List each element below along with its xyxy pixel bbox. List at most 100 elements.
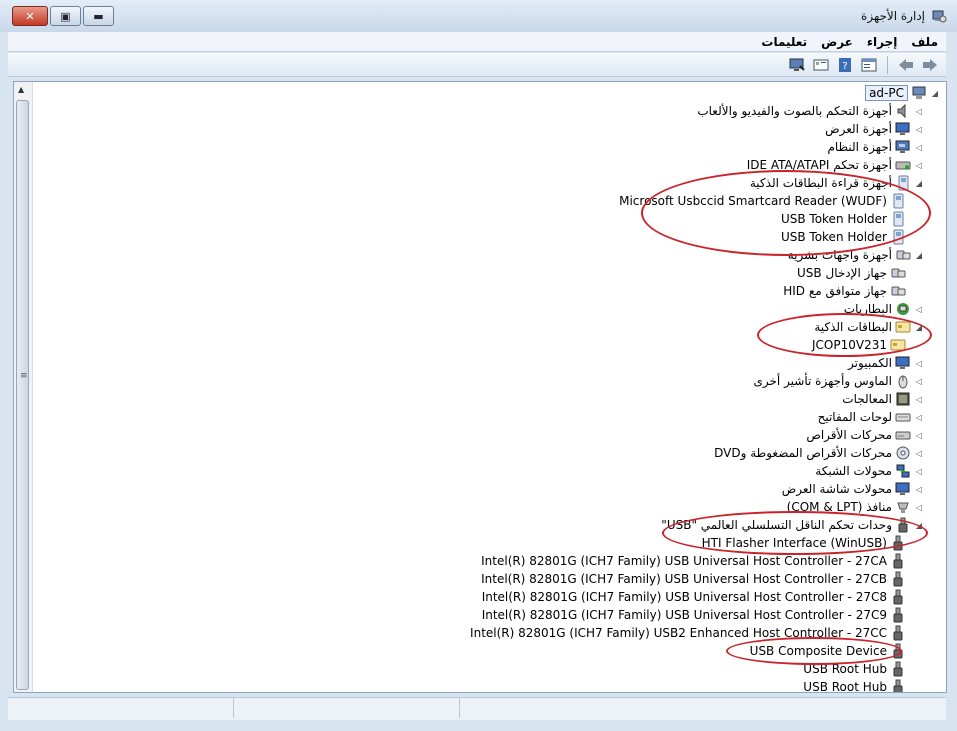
tree-row-label: USB Composite Device [749, 644, 887, 658]
close-button[interactable]: ✕ [12, 6, 48, 26]
expand-arrow-icon[interactable]: ◁ [914, 359, 924, 368]
tree-root-label: ad-PC [865, 85, 908, 101]
properties-icon[interactable] [859, 56, 879, 74]
tree-category-row[interactable]: ◁ أجهزة التحكم بالصوت والفيديو والألعاب [697, 102, 924, 120]
status-cell-3 [460, 698, 946, 718]
restore-button[interactable]: ▣ [50, 6, 81, 26]
collapse-arrow-icon[interactable]: ◢ [914, 521, 924, 530]
computer-root-icon [912, 86, 926, 99]
tree-row-label: أجهزة التحكم بالصوت والفيديو والألعاب [697, 104, 892, 118]
tree-device-row[interactable]: Intel(R) 82801G (ICH7 Family) USB Univer… [481, 570, 906, 588]
expand-arrow-icon[interactable]: ◁ [914, 449, 924, 458]
mouse-icon [898, 375, 908, 389]
tree-device-row[interactable]: USB Token Holder [781, 228, 906, 246]
expand-arrow-icon[interactable]: ◁ [914, 467, 924, 476]
expand-arrow-icon[interactable]: ◁ [914, 305, 924, 314]
card-reader-icon [898, 175, 909, 191]
device-manager-window: ✕ ▣ ▬ إدارة الأجهزة ملف إجراء عرض تعليمات ?… [0, 0, 957, 731]
tree-category-row[interactable]: ◁ محركات الأقراص [806, 426, 924, 444]
expand-arrow-icon[interactable]: ◁ [914, 125, 924, 134]
tree-device-row[interactable]: USB Root Hub [803, 678, 906, 692]
computer-icon [895, 356, 910, 369]
tree-category-row[interactable]: ◁ محولات شاشة العرض [782, 480, 924, 498]
tree-device-row[interactable]: Microsoft Usbccid Smartcard Reader (WUDF… [619, 192, 906, 210]
help-icon[interactable]: ? [835, 56, 855, 74]
tree-device-row[interactable]: جهاز الإدخال USB [797, 264, 906, 282]
tree-row-label: محركات الأقراص [806, 428, 892, 442]
minimize-button[interactable]: ▬ [83, 6, 114, 26]
tree-row-label: أجهزة تحكم IDE ATA/ATAPI [746, 158, 892, 172]
title-area: إدارة الأجهزة [861, 8, 947, 24]
tree-category-row[interactable]: ◁ الكمبيوتر [848, 354, 924, 372]
expand-arrow-icon[interactable]: ◁ [914, 485, 924, 494]
tree-category-row[interactable]: ◁ أجهزة تحكم IDE ATA/ATAPI [747, 156, 924, 174]
hid-icon [891, 268, 906, 278]
menu-item-2[interactable]: عرض [821, 35, 853, 49]
processor-icon [896, 392, 910, 406]
tree-device-row[interactable]: Intel(R) 82801G (ICH7 Family) USB Univer… [481, 552, 906, 570]
expand-arrow-icon[interactable]: ◁ [914, 395, 924, 404]
monitor-icon[interactable] [787, 56, 807, 74]
usb-icon [893, 589, 903, 605]
tree-device-row[interactable]: Intel(R) 82801G (ICH7 Family) USB Univer… [482, 606, 906, 624]
display-icon [895, 482, 910, 495]
smartcard-icon [890, 339, 906, 351]
tree-category-row[interactable]: ◁ البطاريات [844, 300, 924, 318]
expand-arrow-icon[interactable]: ◁ [914, 161, 924, 170]
menu-item-1[interactable]: إجراء [867, 35, 897, 49]
back-icon[interactable] [920, 56, 940, 74]
expand-arrow-icon[interactable]: ◁ [914, 143, 924, 152]
expand-arrow-icon[interactable]: ◁ [914, 431, 924, 440]
window-title: إدارة الأجهزة [861, 9, 925, 23]
tree-device-row[interactable]: Intel(R) 82801G (ICH7 Family) USB2 Enhan… [470, 624, 906, 642]
tree-device-row[interactable]: USB Composite Device [750, 642, 906, 660]
tree-device-row[interactable]: USB Root Hub [803, 660, 906, 678]
tree-device-row[interactable]: HTI Flasher Interface (WinUSB) [702, 534, 906, 552]
tree-row-label: USB Token Holder [780, 230, 887, 244]
usb-icon [893, 535, 903, 551]
tree-row-label: أجهزة العرض [825, 122, 892, 136]
title-bar[interactable]: ✕ ▣ ▬ إدارة الأجهزة [0, 0, 957, 32]
device-tree-pane[interactable]: ▲ ≡ ◢ ad-PC ◁ أجهزة التحكم بالصوت والفيدي… [13, 81, 947, 693]
tree-device-row[interactable]: JCOP10V231 [812, 336, 906, 354]
forward-icon[interactable] [896, 56, 916, 74]
tree-category-row[interactable]: ◁ منافذ (COM & LPT) [787, 498, 924, 516]
tree-category-row[interactable]: ◢ أجهزة واجهات بشرية [788, 246, 924, 264]
scroll-grip-icon: ≡ [20, 371, 28, 381]
menu-item-3[interactable]: تعليمات [761, 35, 807, 49]
port-icon [897, 502, 909, 513]
tree-category-row[interactable]: ◁ محركات الأقراص المضغوطة وDVD [714, 444, 924, 462]
battery-icon [897, 303, 909, 315]
expand-arrow-icon[interactable]: ◁ [914, 107, 924, 116]
tree-device-row[interactable]: USB Token Holder [781, 210, 906, 228]
scroll-thumb[interactable]: ≡ [16, 100, 29, 690]
tree-category-row[interactable]: ◁ لوحات المفاتيح [818, 408, 924, 426]
menu-bar: ملف إجراء عرض تعليمات [8, 32, 946, 52]
tree-root[interactable]: ◢ ad-PC [865, 84, 940, 102]
tree-category-row[interactable]: ◁ الماوس وأجهزة تأشير أخرى [753, 372, 924, 390]
tree-device-row[interactable]: Intel(R) 82801G (ICH7 Family) USB Univer… [482, 588, 906, 606]
ide-icon [895, 161, 911, 170]
tree-device-row[interactable]: جهاز متوافق مع HID [783, 282, 906, 300]
scroll-up-arrow[interactable]: ▲ [18, 85, 24, 94]
scan-icon[interactable] [811, 56, 831, 74]
collapse-arrow-icon[interactable]: ◢ [930, 89, 940, 98]
collapse-arrow-icon[interactable]: ◢ [914, 251, 924, 260]
tree-category-row[interactable]: ◢ أجهزة قراءة البطاقات الذكية [750, 174, 924, 192]
caption-buttons: ✕ ▣ ▬ [12, 6, 114, 26]
collapse-arrow-icon[interactable]: ◢ [914, 323, 924, 332]
expand-arrow-icon[interactable]: ◁ [914, 377, 924, 386]
tree-row-label: محولات الشبكة [815, 464, 892, 478]
usb-icon [893, 571, 903, 587]
expand-arrow-icon[interactable]: ◁ [914, 413, 924, 422]
tree-category-row[interactable]: ◁ أجهزة العرض [825, 120, 924, 138]
tree-category-row[interactable]: ◢ البطاقات الذكية [814, 318, 924, 336]
menu-item-0[interactable]: ملف [911, 35, 938, 49]
tree-category-row[interactable]: ◁ محولات الشبكة [815, 462, 924, 480]
tree-row-label: Intel(R) 82801G (ICH7 Family) USB Univer… [481, 554, 887, 568]
tree-category-row[interactable]: ◁ أجهزة النظام [827, 138, 924, 156]
expand-arrow-icon[interactable]: ◁ [914, 503, 924, 512]
tree-category-row[interactable]: ◢ وحدات تحكم الناقل التسلسلي العالمي "USB… [661, 516, 924, 534]
tree-category-row[interactable]: ◁ المعالجات [842, 390, 924, 408]
collapse-arrow-icon[interactable]: ◢ [914, 179, 924, 188]
